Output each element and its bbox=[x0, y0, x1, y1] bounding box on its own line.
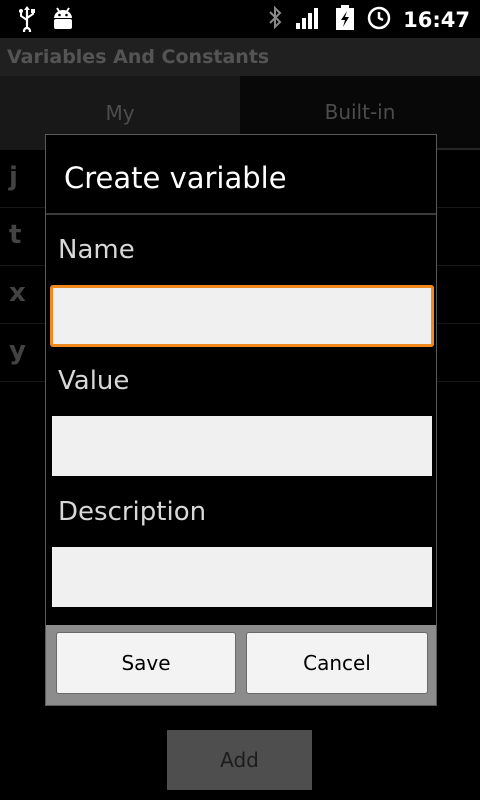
save-button[interactable]: Save bbox=[56, 632, 236, 694]
status-time: 16:47 bbox=[403, 8, 470, 32]
value-label: Value bbox=[58, 366, 130, 396]
name-label: Name bbox=[58, 235, 135, 265]
create-variable-dialog: Create variable Name Value Description S… bbox=[45, 134, 437, 706]
cancel-button[interactable]: Cancel bbox=[246, 632, 428, 694]
dialog-title: Create variable bbox=[64, 161, 287, 195]
value-input[interactable] bbox=[52, 416, 432, 476]
usb-icon bbox=[16, 6, 38, 36]
battery-charging-icon bbox=[335, 5, 355, 35]
dialog-divider bbox=[46, 213, 436, 215]
alarm-clock-icon bbox=[367, 6, 391, 34]
description-input[interactable] bbox=[52, 547, 432, 607]
dialog-button-bar: Save Cancel bbox=[46, 625, 436, 705]
signal-icon bbox=[295, 6, 323, 34]
android-debug-icon bbox=[50, 6, 76, 36]
add-button[interactable]: Add bbox=[167, 730, 312, 790]
name-input[interactable] bbox=[50, 285, 434, 347]
description-label: Description bbox=[58, 497, 207, 527]
bluetooth-icon bbox=[267, 5, 283, 35]
status-bar: 16:47 bbox=[0, 0, 480, 38]
